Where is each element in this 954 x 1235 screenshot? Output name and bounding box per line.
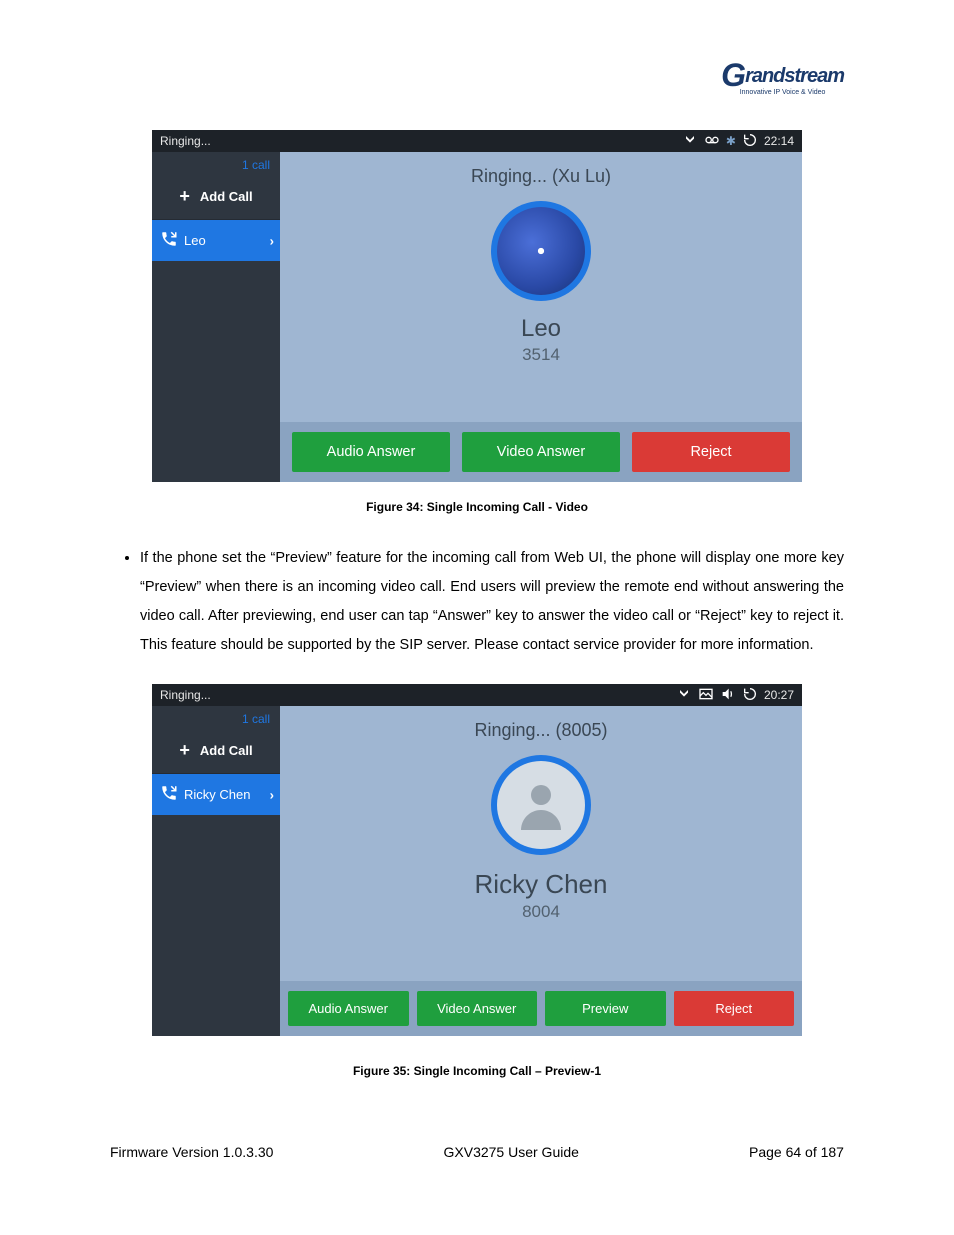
sidebar-caller-name: Ricky Chen	[184, 787, 250, 802]
sidebar-caller-name: Leo	[184, 233, 206, 248]
chevron-right-icon: ›	[270, 233, 274, 248]
audio-answer-button[interactable]: Audio Answer	[288, 991, 409, 1026]
chevron-right-icon: ›	[270, 787, 274, 802]
sync-icon	[742, 686, 758, 705]
call-main-panel: Ringing... (Xu Lu) Leo 3514 Audio Answer…	[280, 152, 802, 482]
body-paragraph: If the phone set the “Preview” feature f…	[140, 544, 844, 660]
video-answer-button[interactable]: Video Answer	[462, 432, 620, 472]
figure-35-screenshot: Ringing... 20:27 1 call	[152, 684, 802, 1036]
call-missed-icon	[682, 132, 698, 151]
preview-button[interactable]: Preview	[545, 991, 666, 1026]
caller-avatar	[491, 201, 591, 301]
caller-name: Leo	[521, 315, 561, 343]
bluetooth-icon: ✱	[726, 134, 736, 148]
call-missed-icon	[676, 686, 692, 705]
incoming-call-icon	[160, 784, 178, 805]
answer-row: Audio Answer Video Answer Reject	[280, 422, 802, 482]
voicemail-icon	[704, 132, 720, 151]
status-bar: Ringing... ✱ 22:14	[152, 130, 802, 152]
figure-34-screenshot: Ringing... ✱ 22:14 1 call + A	[152, 130, 802, 482]
call-count: 1 call	[152, 706, 280, 730]
caller-avatar	[491, 755, 591, 855]
picture-icon	[698, 686, 714, 705]
plus-icon: +	[179, 740, 190, 761]
footer-title: GXV3275 User Guide	[444, 1144, 579, 1160]
status-title: Ringing...	[160, 134, 211, 148]
ringing-label: Ringing... (8005)	[474, 720, 607, 741]
footer-page: Page 64 of 187	[749, 1144, 844, 1160]
answer-row: Audio Answer Video Answer Preview Reject	[280, 981, 802, 1036]
add-call-label: Add Call	[200, 189, 253, 204]
figure-34-caption: Figure 34: Single Incoming Call - Video	[110, 500, 844, 514]
page-footer: Firmware Version 1.0.3.30 GXV3275 User G…	[110, 1144, 844, 1160]
caller-name: Ricky Chen	[475, 869, 608, 900]
incoming-call-icon	[160, 230, 178, 251]
call-sidebar: 1 call + Add Call Ricky Chen ›	[152, 706, 280, 1036]
figure-35-caption: Figure 35: Single Incoming Call – Previe…	[110, 1064, 844, 1078]
audio-answer-button[interactable]: Audio Answer	[292, 432, 450, 472]
sync-icon	[742, 132, 758, 151]
status-time: 20:27	[764, 688, 794, 702]
add-call-button[interactable]: + Add Call	[152, 176, 280, 220]
plus-icon: +	[179, 186, 190, 207]
status-time: 22:14	[764, 134, 794, 148]
brand-logo: Grandstream Innovative IP Voice & Video	[721, 55, 844, 96]
reject-button[interactable]: Reject	[632, 432, 790, 472]
add-call-label: Add Call	[200, 743, 253, 758]
caller-number: 8004	[522, 902, 560, 922]
call-main-panel: Ringing... (8005) Ricky Chen 8004 Audio …	[280, 706, 802, 1036]
status-bar: Ringing... 20:27	[152, 684, 802, 706]
sidebar-caller-item[interactable]: Leo ›	[152, 220, 280, 261]
footer-firmware: Firmware Version 1.0.3.30	[110, 1144, 273, 1160]
video-answer-button[interactable]: Video Answer	[417, 991, 538, 1026]
sidebar-caller-item[interactable]: Ricky Chen ›	[152, 774, 280, 815]
call-count: 1 call	[152, 152, 280, 176]
status-title: Ringing...	[160, 688, 211, 702]
ringing-label: Ringing... (Xu Lu)	[471, 166, 611, 187]
add-call-button[interactable]: + Add Call	[152, 730, 280, 774]
reject-button[interactable]: Reject	[674, 991, 795, 1026]
call-sidebar: 1 call + Add Call Leo ›	[152, 152, 280, 482]
volume-icon	[720, 686, 736, 705]
caller-number: 3514	[522, 345, 560, 365]
